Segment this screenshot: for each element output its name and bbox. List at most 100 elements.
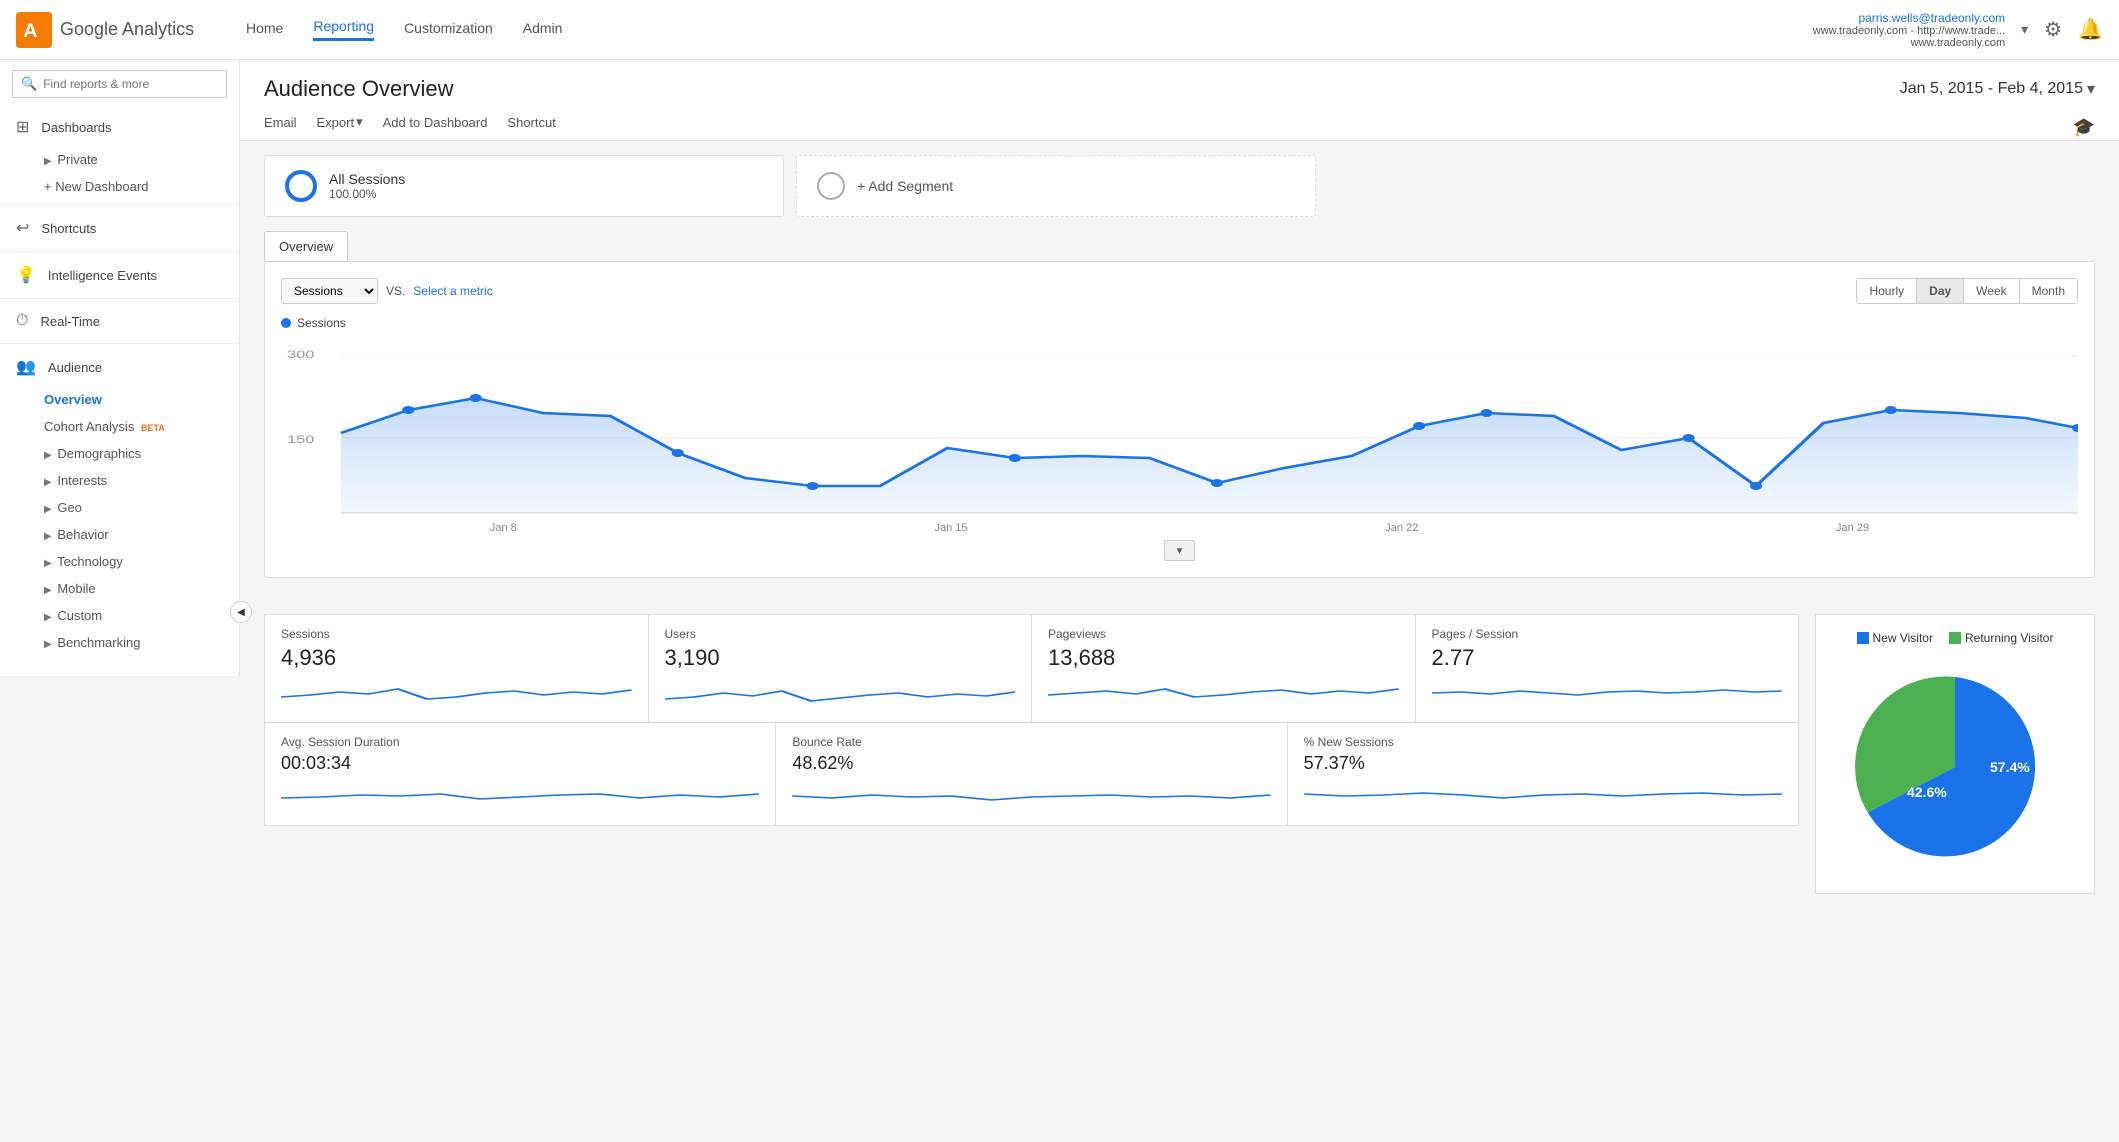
sidebar-toggle-button[interactable]: ◀: [230, 601, 252, 623]
data-point: [1885, 406, 1897, 414]
sidebar-sub-interests[interactable]: ▶ Interests: [0, 467, 239, 494]
chart-expand-area: ▾: [281, 540, 2078, 561]
pageviews-sparkline: [1048, 677, 1399, 707]
sidebar-item-dashboards[interactable]: ⊞ Dashboards: [0, 108, 239, 146]
metric-pps-label: Pages / Session: [1432, 627, 1783, 641]
ga-logo-icon: A: [16, 12, 52, 48]
metric-select-dropdown[interactable]: Sessions Users Pageviews: [281, 278, 378, 304]
sidebar-label-realtime: Real-Time: [40, 314, 99, 329]
metrics-grid-area: Sessions 4,936 Users 3,190: [264, 614, 1799, 894]
search-input[interactable]: [43, 77, 218, 91]
date-range[interactable]: Jan 5, 2015 - Feb 4, 2015 ▾: [1900, 79, 2095, 99]
sidebar-item-realtime[interactable]: ⏱ Real-Time: [0, 303, 239, 339]
chart-x-labels: Jan 8 Jan 15 Jan 22 Jan 29: [281, 522, 2078, 534]
help-icon[interactable]: 🎓: [2073, 117, 2095, 138]
nav-reporting[interactable]: Reporting: [313, 18, 374, 41]
chart-legend: Sessions: [281, 316, 2078, 330]
sessions-legend-label: Sessions: [297, 316, 346, 330]
add-segment-circle: [817, 172, 845, 200]
metric-new-sessions[interactable]: % New Sessions 57.37%: [1288, 723, 1798, 825]
sidebar-sub-demographics[interactable]: ▶ Demographics: [0, 440, 239, 467]
export-dropdown-icon: ▾: [356, 114, 363, 130]
metric-bounce-rate[interactable]: Bounce Rate 48.62%: [776, 723, 1286, 825]
notifications-icon[interactable]: 🔔: [2078, 17, 2103, 42]
dropdown-arrow-icon[interactable]: ▾: [2021, 21, 2028, 38]
chart-container: Sessions Users Pageviews VS. Select a me…: [264, 261, 2095, 578]
segment-info: All Sessions 100.00%: [329, 171, 405, 201]
triangle-icon: ▶: [44, 531, 52, 542]
x-label-jan22: Jan 22: [1385, 522, 1418, 534]
metrics-grid-row1: Sessions 4,936 Users 3,190: [264, 614, 1799, 723]
sidebar-sub-overview[interactable]: Overview: [0, 386, 239, 413]
avg-sparkline: [281, 780, 759, 810]
sidebar-sub-new-dashboard[interactable]: + New Dashboard: [0, 173, 239, 200]
sidebar-sub-benchmarking[interactable]: ▶ Benchmarking: [0, 629, 239, 656]
add-dashboard-button[interactable]: Add to Dashboard: [383, 115, 488, 140]
account-url1: www.tradeonly.com - http://www.trade...: [1813, 25, 2005, 37]
sidebar-sub-custom[interactable]: ▶ Custom: [0, 602, 239, 629]
nav-customization[interactable]: Customization: [404, 20, 493, 40]
select-metric-link[interactable]: Select a metric: [413, 284, 492, 298]
beta-badge: BETA: [141, 423, 165, 433]
y-label-mid: 150: [287, 433, 315, 446]
shortcut-button[interactable]: Shortcut: [507, 115, 555, 140]
account-email[interactable]: parris.wells@tradeonly.com: [1813, 11, 2005, 25]
sidebar-item-shortcuts[interactable]: ↩ Shortcuts: [0, 209, 239, 247]
date-picker-icon[interactable]: ▾: [2087, 79, 2095, 99]
triangle-icon: ▶: [44, 612, 52, 623]
sidebar-sub-technology[interactable]: ▶ Technology: [0, 548, 239, 575]
sessions-legend-dot: [281, 318, 291, 328]
y-label-max: 300: [287, 348, 315, 361]
search-box[interactable]: 🔍: [12, 70, 227, 98]
metric-avg-session[interactable]: Avg. Session Duration 00:03:34: [265, 723, 775, 825]
sidebar-item-audience[interactable]: 👥 Audience: [0, 348, 239, 386]
page-title-row: Audience Overview Jan 5, 2015 - Feb 4, 2…: [264, 76, 2095, 102]
account-url2: www.tradeonly.com: [1813, 37, 2005, 49]
metric-sessions-label: Sessions: [281, 627, 632, 641]
new-sparkline: [1304, 780, 1782, 810]
sidebar-sub-mobile[interactable]: ▶ Mobile: [0, 575, 239, 602]
expand-chart-button[interactable]: ▾: [1164, 540, 1196, 561]
time-btn-month[interactable]: Month: [2020, 279, 2077, 303]
sidebar-sub-cohort[interactable]: Cohort Analysis BETA: [0, 413, 239, 440]
sidebar-label-overview: Overview: [44, 392, 102, 407]
metric-users-label: Users: [665, 627, 1016, 641]
pie-chart-svg: 57.4% 42.6%: [1845, 657, 2065, 877]
nav-home[interactable]: Home: [246, 20, 283, 40]
action-bar: Email Export ▾ Add to Dashboard Shortcut…: [264, 114, 2095, 140]
metric-sessions[interactable]: Sessions 4,936: [265, 615, 648, 722]
nav-admin[interactable]: Admin: [523, 20, 563, 40]
sidebar-item-intelligence[interactable]: 💡 Intelligence Events: [0, 256, 239, 294]
content-inner: Audience Overview Jan 5, 2015 - Feb 4, 2…: [240, 60, 2119, 950]
triangle-icon: ▶: [44, 477, 52, 488]
metric-users[interactable]: Users 3,190: [649, 615, 1032, 722]
metric-new-label: % New Sessions: [1304, 735, 1782, 749]
date-range-text: Jan 5, 2015 - Feb 4, 2015: [1900, 80, 2083, 98]
line-chart-area: 300 150: [281, 338, 2078, 518]
time-btn-week[interactable]: Week: [1964, 279, 2019, 303]
line-chart-svg: 300 150: [281, 338, 2078, 518]
search-icon: 🔍: [21, 76, 37, 92]
overview-tab[interactable]: Overview: [264, 231, 348, 262]
sidebar-label-intelligence: Intelligence Events: [48, 268, 157, 283]
settings-icon[interactable]: ⚙: [2044, 17, 2062, 42]
new-visitor-pct-label: 57.4%: [1990, 759, 2030, 775]
add-segment-box[interactable]: + Add Segment: [796, 155, 1316, 217]
svg-text:A: A: [23, 20, 37, 42]
sidebar-sub-private[interactable]: ▶ Private: [0, 146, 239, 173]
metric-pages-per-session[interactable]: Pages / Session 2.77: [1416, 615, 1799, 722]
time-btn-hourly[interactable]: Hourly: [1857, 279, 1917, 303]
data-point: [807, 482, 819, 490]
data-point: [1211, 479, 1223, 487]
intelligence-icon: 💡: [16, 265, 36, 285]
time-btn-day[interactable]: Day: [1917, 279, 1964, 303]
sidebar-sub-geo[interactable]: ▶ Geo: [0, 494, 239, 521]
export-button[interactable]: Export ▾: [317, 114, 363, 140]
email-button[interactable]: Email: [264, 115, 297, 140]
metric-new-value: 57.37%: [1304, 753, 1782, 774]
realtime-icon: ⏱: [16, 312, 28, 330]
triangle-icon: ▶: [44, 504, 52, 515]
metric-pageviews[interactable]: Pageviews 13,688: [1032, 615, 1415, 722]
sidebar-sub-behavior[interactable]: ▶ Behavior: [0, 521, 239, 548]
data-point: [402, 406, 414, 414]
